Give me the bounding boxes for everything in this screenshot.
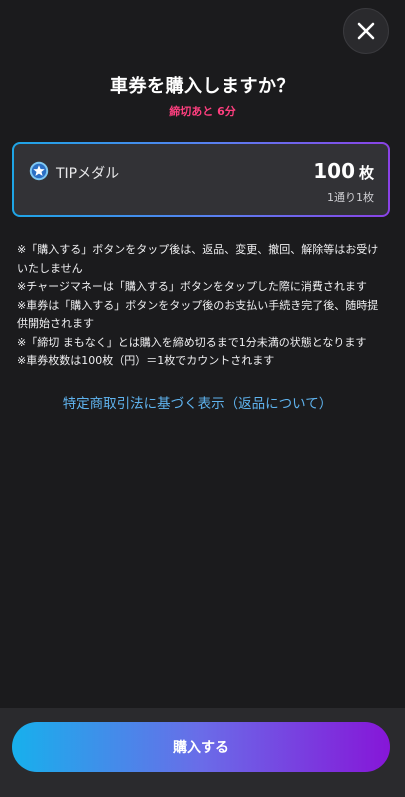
star-medal-icon	[29, 161, 49, 181]
note-item: ※車券枚数は100枚（円）＝1枚でカウントされます	[17, 354, 275, 367]
dialog-title: 車券を購入しますか？	[110, 76, 295, 97]
close-icon	[357, 22, 375, 40]
ticket-summary-card: TIPメダル 100 枚 1通り1枚	[12, 142, 390, 217]
ticket-rate: 1通り1枚	[327, 191, 374, 204]
purchase-notes: ※「購入する」ボタンをタップ後は、返品、変更、撤回、解除等はお受けいたしません …	[17, 241, 389, 371]
note-item: ※車券は「購入する」ボタンをタップ後のお支払い手続き完了後、随時提供開始されます	[17, 298, 379, 331]
ticket-count: 100 枚	[313, 159, 374, 183]
note-item: ※「締切 まもなく」とは購入を締め切るまで1分未満の状態となります	[17, 335, 367, 349]
legal-notice-link[interactable]: 特定商取引法に基づく表示（返品について）	[0, 392, 395, 412]
ticket-count-unit: 枚	[358, 164, 374, 182]
note-item: ※「購入する」ボタンをタップ後は、返品、変更、撤回、解除等はお受けいたしません	[17, 243, 379, 275]
ticket-type-label: TIPメダル	[56, 166, 120, 182]
purchase-button[interactable]: 購入する	[12, 722, 390, 772]
note-item: ※チャージマネーは「購入する」ボタンをタップした際に消費されます	[17, 280, 367, 293]
ticket-count-value: 100	[313, 159, 355, 183]
close-button[interactable]	[343, 8, 389, 54]
deadline-countdown: 締切あと 6分	[169, 105, 236, 118]
